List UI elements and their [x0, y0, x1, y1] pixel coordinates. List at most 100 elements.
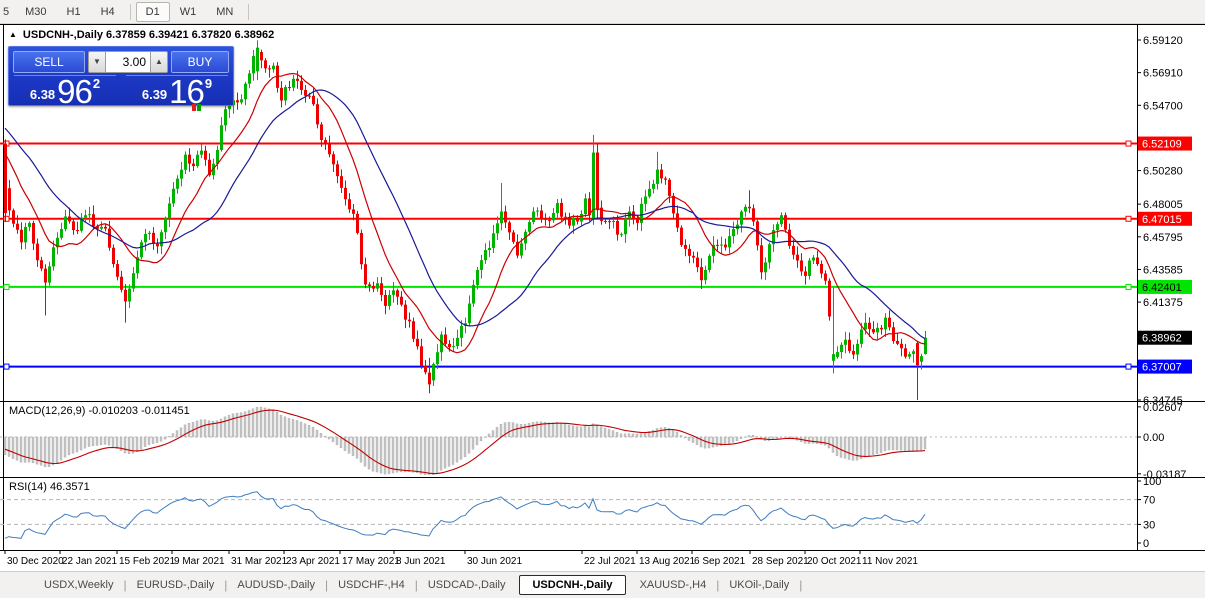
level-line-handle[interactable] [1126, 364, 1131, 369]
date-tick-label: 30 Jun 2021 [467, 556, 522, 567]
candle-body [280, 88, 283, 101]
buy-price-base: 6.39 [142, 87, 167, 102]
candle-body [456, 338, 459, 346]
candle-body [392, 290, 395, 295]
sell-price-display[interactable]: 6.38 96 2 [14, 75, 116, 106]
candle-body [808, 261, 811, 276]
macd-histogram-bar [444, 437, 446, 468]
macd-histogram-bar [364, 437, 366, 466]
rsi-line [5, 492, 925, 539]
timeframe-button-m30[interactable]: M30 [15, 2, 56, 22]
candle-body [380, 283, 383, 295]
candle-body [548, 220, 551, 221]
price-tick-label: 6.59120 [1143, 35, 1183, 47]
candle-body [268, 68, 271, 69]
macd-histogram-bar [448, 437, 450, 466]
volume-increase-button[interactable]: ▲ [151, 51, 168, 73]
candle-body [720, 245, 723, 246]
timeframe-button-mn[interactable]: MN [206, 2, 243, 22]
tab-usdcnh-daily[interactable]: USDCNH-,Daily [519, 575, 625, 595]
tab-usdcad-daily[interactable]: USDCAD-,Daily [418, 575, 516, 595]
macd-histogram-bar [424, 437, 426, 475]
candle-body [324, 140, 327, 144]
macd-histogram-bar [272, 410, 274, 437]
ma_slow-line [5, 90, 925, 339]
macd-histogram-bar [500, 424, 502, 437]
candle-body [200, 151, 203, 155]
macd-histogram-bar [452, 437, 454, 465]
candle-body [476, 270, 479, 285]
level-line-handle[interactable] [1126, 141, 1131, 146]
volume-decrease-button[interactable]: ▼ [88, 51, 105, 73]
buy-button[interactable]: BUY [171, 51, 229, 73]
timeframe-button-h1[interactable]: H1 [57, 2, 91, 22]
macd-histogram-bar [292, 419, 294, 437]
macd-histogram-bar [384, 437, 386, 474]
macd-histogram-bar [404, 437, 406, 472]
buy-price-display[interactable]: 6.39 16 9 [126, 75, 228, 106]
candle-body [240, 99, 243, 102]
level-line-handle[interactable] [4, 216, 9, 221]
macd-histogram-bar [888, 437, 890, 450]
candle-body [192, 164, 195, 166]
macd-histogram-bar [768, 437, 770, 441]
timeframe-button-w1[interactable]: W1 [170, 2, 207, 22]
volume-input[interactable] [105, 51, 151, 73]
macd-histogram-bar [508, 422, 510, 437]
sell-button[interactable]: SELL [13, 51, 85, 73]
candle-body [644, 197, 647, 204]
candle-body [296, 79, 299, 81]
macd-histogram-bar [552, 423, 554, 437]
timeframe-button-h4[interactable]: H4 [91, 2, 125, 22]
level-line-handle[interactable] [1126, 284, 1131, 289]
candle-body [740, 212, 743, 225]
macd-histogram-bar [520, 424, 522, 437]
level-line-handle[interactable] [1126, 216, 1131, 221]
candle-body [132, 273, 135, 288]
date-tick-label: 6 Sep 2021 [694, 556, 746, 567]
candle-body [344, 188, 347, 199]
candle-body [852, 351, 855, 355]
candle-body [520, 243, 523, 255]
tab-audusd-daily[interactable]: AUDUSD-,Daily [227, 575, 325, 595]
macd-histogram-bar [884, 437, 886, 451]
macd-histogram-bar [700, 437, 702, 447]
macd-histogram-bar [232, 414, 234, 437]
timeframe-button-m5[interactable]: 5 [0, 2, 15, 22]
macd-histogram-bar [320, 433, 322, 437]
candle-body [616, 221, 619, 235]
candle-body [388, 295, 391, 306]
trade-panel-controls: SELL ▼ ▲ BUY [9, 47, 233, 74]
candle-body [92, 214, 95, 226]
candle-body [876, 328, 879, 332]
candle-body [488, 248, 491, 250]
tab-ukoil-daily[interactable]: UKOil-,Daily [719, 575, 799, 595]
macd-histogram-bar [728, 437, 730, 444]
tab-eurusd-daily[interactable]: EURUSD-,Daily [127, 575, 225, 595]
macd-histogram-bar [16, 437, 18, 460]
candle-body [312, 96, 315, 104]
timeframe-button-d1[interactable]: D1 [136, 2, 170, 22]
macd-histogram-bar [688, 437, 690, 441]
candle-body [528, 222, 531, 232]
macd-histogram-bar [620, 434, 622, 437]
tab-usdchf-h4[interactable]: USDCHF-,H4 [328, 575, 415, 595]
level-line-handle[interactable] [4, 284, 9, 289]
candle-body [384, 295, 387, 306]
candle-body [856, 344, 859, 355]
one-click-collapse-icon[interactable]: ▲ [9, 30, 17, 39]
macd-histogram-bar [916, 437, 918, 451]
level-line-handle[interactable] [4, 364, 9, 369]
candle-body [184, 155, 187, 170]
macd-histogram-bar [476, 437, 478, 445]
tab-usdx-weekly[interactable]: USDX,Weekly [34, 575, 123, 595]
macd-histogram-bar [84, 437, 86, 448]
candle-body [300, 81, 303, 90]
candle-body [796, 255, 799, 261]
candle-body [788, 230, 791, 246]
candle-body [676, 213, 679, 227]
candle-body [188, 155, 191, 164]
macd-histogram-bar [516, 424, 518, 437]
macd-histogram-bar [548, 423, 550, 437]
tab-xauusd-h4[interactable]: XAUUSD-,H4 [630, 575, 717, 595]
